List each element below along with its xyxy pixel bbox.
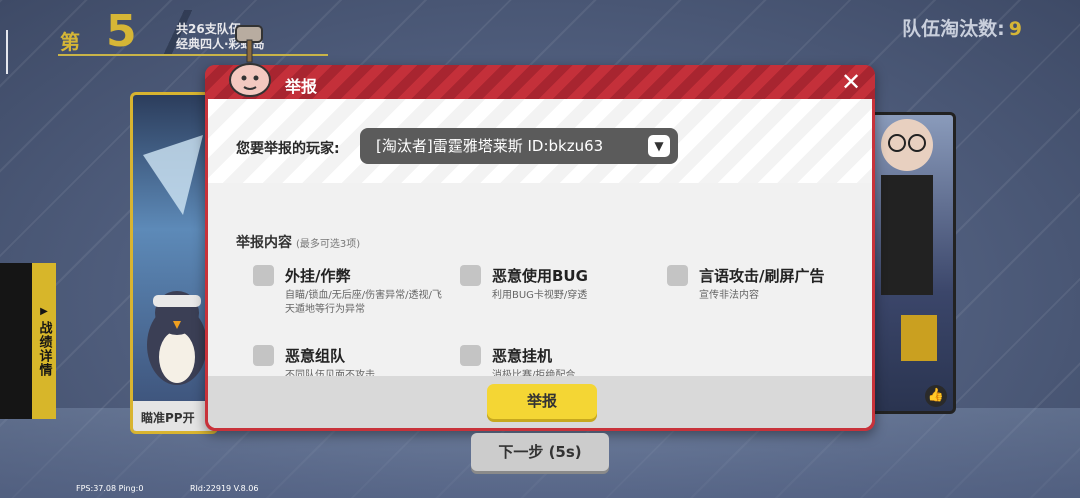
option-cheating[interactable]: 外挂/作弊 自瞄/锁血/无后座/伤害异常/透视/飞天遁地等行为异常: [253, 265, 443, 325]
card-caption-left: 瞄准PP开: [133, 401, 215, 431]
checkbox[interactable]: [253, 265, 274, 286]
player-select-dropdown[interactable]: [淘汰者]雷霆雅塔莱斯 ID:bkzu63 ▼: [360, 128, 678, 164]
player-select-value: [淘汰者]雷霆雅塔莱斯 ID:bkzu63: [376, 137, 604, 155]
player-row: 您要举报的玩家: [淘汰者]雷霆雅塔莱斯 ID:bkzu63 ▼: [208, 99, 872, 183]
report-button[interactable]: 举报: [487, 384, 597, 419]
option-description: 利用BUG卡视野/穿透: [492, 290, 588, 301]
report-content-label: 举报内容: [236, 235, 292, 251]
expand-arrow-icon: ▶: [40, 305, 48, 317]
option-label: 恶意挂机: [492, 347, 553, 365]
player-label: 您要举报的玩家:: [236, 141, 340, 157]
option-description: 宣传非法内容: [699, 290, 759, 301]
checkbox[interactable]: [667, 265, 688, 286]
match-stats-tab[interactable]: ▶ 战绩详情: [0, 263, 56, 419]
teams-eliminated-label: 队伍淘汰数:: [902, 18, 1005, 40]
round-indicator: 第 5 共26支队伍 经典四人·彩虹岛: [58, 8, 338, 58]
round-prefix: 第: [60, 30, 80, 54]
report-dialog: 举报 ✕ 您要举报的玩家: [淘汰者]雷霆雅塔莱斯 ID:bkzu63 ▼ 举报…: [205, 65, 875, 431]
edge-marker: [6, 30, 8, 74]
hammer-mascot-icon: [229, 25, 271, 97]
report-content-title: 举报内容 (最多可选3项): [236, 232, 360, 252]
teams-eliminated: 队伍淘汰数: 9: [902, 14, 1022, 41]
option-bug-abuse[interactable]: 恶意使用BUG 利用BUG卡视野/穿透: [460, 265, 650, 325]
teams-eliminated-value: 9: [1008, 18, 1022, 40]
match-stats-label: 战绩详情: [36, 320, 52, 377]
room-version-readout: RId:22919 V.8.06: [190, 484, 259, 493]
report-content-hint: (最多可选3项): [296, 239, 361, 250]
fps-ping-readout: FPS:37.08 Ping:0: [76, 484, 144, 493]
penguin-character-icon: [143, 135, 207, 385]
option-label: 恶意组队: [285, 347, 346, 365]
chevron-down-icon[interactable]: ▼: [648, 135, 670, 157]
round-number: 5: [106, 6, 137, 57]
checkbox[interactable]: [460, 345, 481, 366]
option-description: 自瞄/锁血/无后座/伤害异常/透视/飞天遁地等行为异常: [285, 290, 442, 315]
dialog-body: 您要举报的玩家: [淘汰者]雷霆雅塔莱斯 ID:bkzu63 ▼ 举报内容 (最多…: [208, 99, 872, 428]
match-stats-tab-handle[interactable]: ▶ 战绩详情: [32, 263, 56, 419]
close-icon[interactable]: ✕: [839, 70, 863, 94]
option-label: 恶意使用BUG: [492, 267, 588, 285]
like-icon[interactable]: 👍: [925, 385, 947, 407]
round-underline: [58, 54, 328, 56]
option-label: 言语攻击/刷屏广告: [699, 267, 825, 285]
dialog-footer: 举报: [208, 376, 872, 428]
player-card-right: 👍: [868, 112, 956, 414]
option-verbal-abuse[interactable]: 言语攻击/刷屏广告 宣传非法内容: [667, 265, 857, 325]
next-step-button[interactable]: 下一步 (5s): [471, 433, 609, 471]
checkbox[interactable]: [253, 345, 274, 366]
checkbox[interactable]: [460, 265, 481, 286]
character-with-glasses-icon: [881, 119, 937, 361]
option-label: 外挂/作弊: [285, 267, 351, 285]
dialog-title: 举报: [285, 77, 318, 96]
